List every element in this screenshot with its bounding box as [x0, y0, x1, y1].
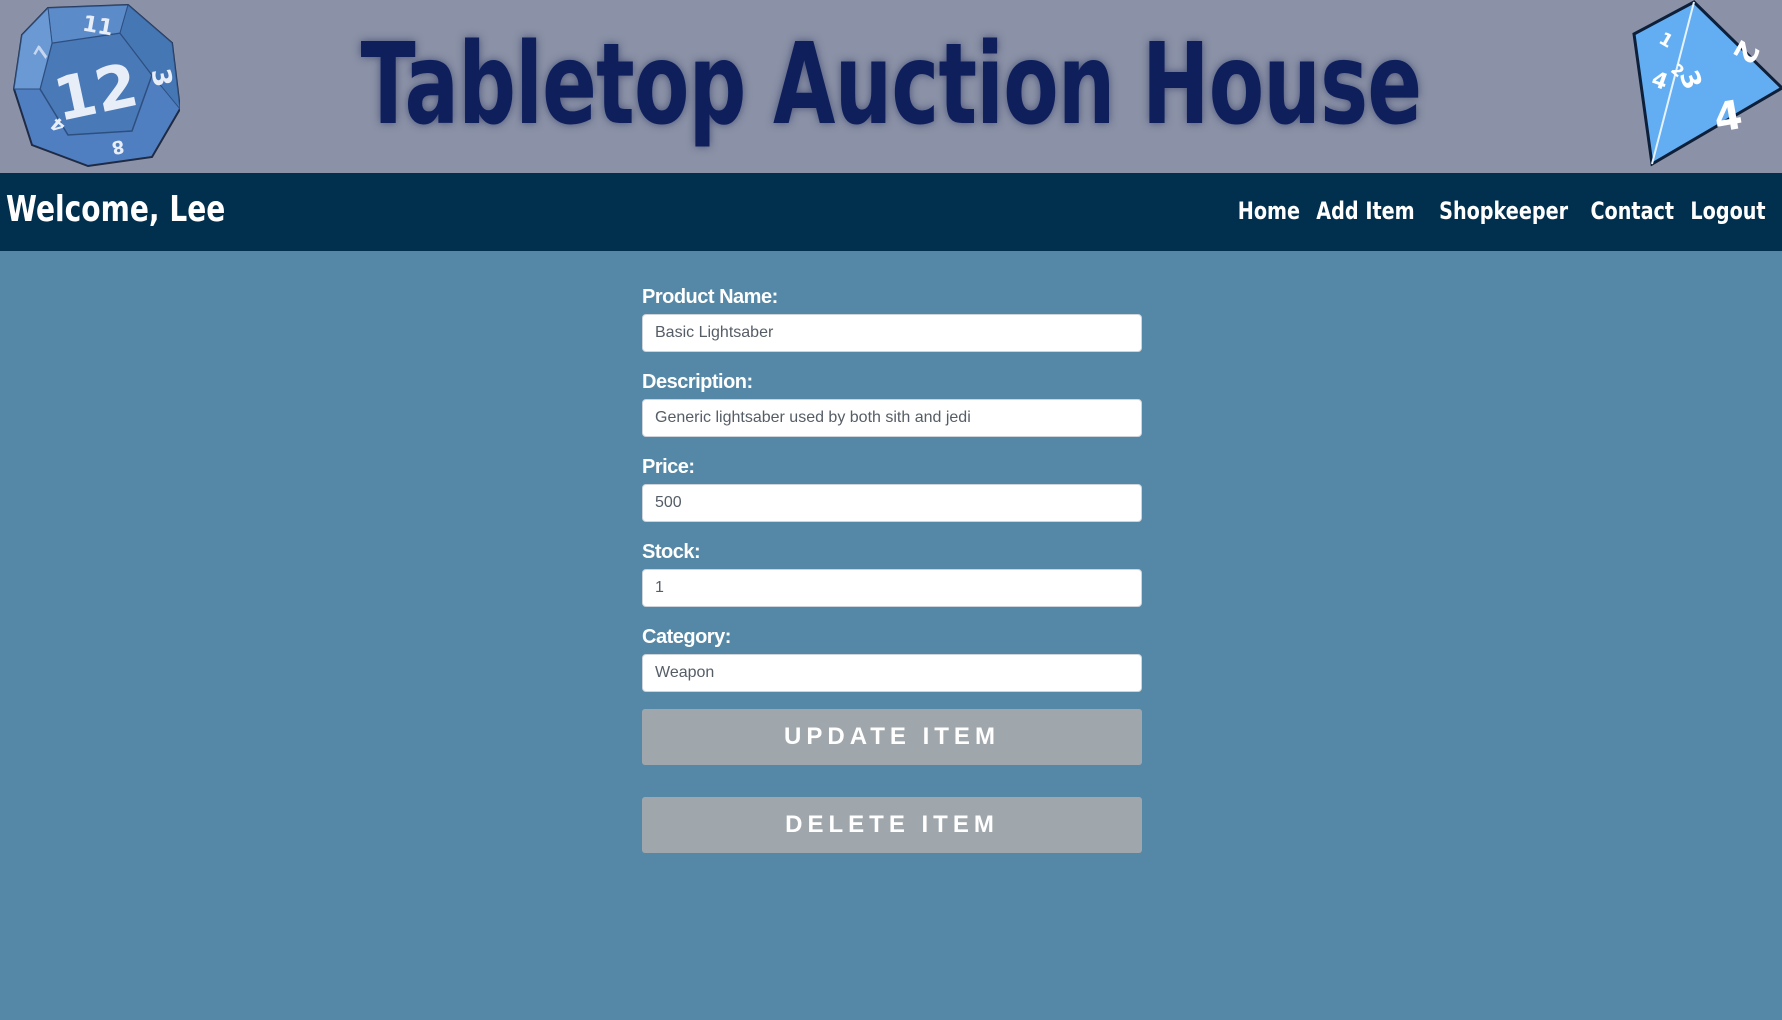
description-input[interactable] [642, 399, 1142, 437]
nav-links: Home Add Item Shopkeeper Contact Logout [1237, 197, 1768, 225]
top-navbar: Welcome, Lee Home Add Item Shopkeeper Co… [0, 173, 1782, 251]
d4-dice-icon: 2 4 3 4 1 2 [1632, 0, 1782, 167]
price-input[interactable] [642, 484, 1142, 522]
nav-link-home[interactable]: Home [1238, 197, 1300, 225]
stock-label: Stock: [642, 541, 701, 563]
stock-input[interactable] [642, 569, 1142, 607]
product-name-label: Product Name: [642, 286, 778, 308]
category-input[interactable] [642, 654, 1142, 692]
update-item-button[interactable]: Update Item [642, 709, 1142, 765]
nav-link-shopkeeper[interactable]: Shopkeeper [1439, 197, 1568, 225]
nav-link-add-item[interactable]: Add Item [1317, 197, 1415, 225]
category-label: Category: [642, 626, 731, 648]
d12-dice-icon: 12 11 3 8 4 7 [12, 3, 180, 168]
product-name-input[interactable] [642, 314, 1142, 352]
welcome-message: Welcome, Lee [6, 189, 226, 230]
description-label: Description: [642, 371, 753, 393]
nav-link-logout[interactable]: Logout [1690, 197, 1765, 225]
nav-link-contact[interactable]: Contact [1591, 197, 1675, 225]
site-title: Tabletop Auction House [360, 20, 1422, 150]
delete-item-button[interactable]: Delete Item [642, 797, 1142, 853]
price-label: Price: [642, 456, 695, 478]
site-banner: 12 11 3 8 4 7 Tabletop Auction House 2 4… [0, 0, 1782, 173]
edit-item-form: Product Name: Description: Price: Stock:… [642, 284, 1142, 853]
svg-text:11: 11 [80, 12, 115, 42]
